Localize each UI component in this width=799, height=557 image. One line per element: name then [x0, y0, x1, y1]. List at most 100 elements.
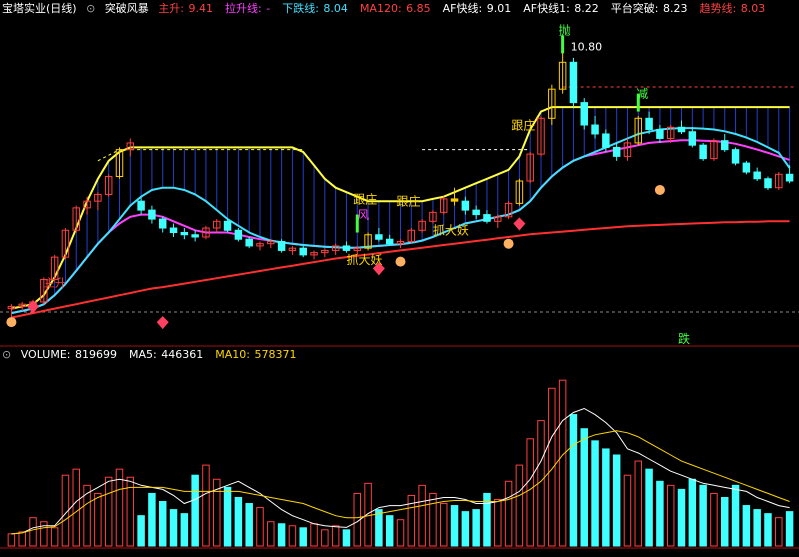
candle-body: [688, 131, 697, 146]
candle-body: [450, 198, 459, 202]
collapse-icon[interactable]: ⊙: [0, 348, 11, 361]
candle-body: [591, 124, 599, 135]
candle-body: [612, 146, 621, 157]
volume-bar: [439, 503, 448, 547]
volume-bar: [591, 440, 599, 547]
candle-body: [483, 214, 491, 222]
stock-title[interactable]: 宝塔实业(日线): [0, 2, 77, 15]
volume-bar: [169, 509, 178, 547]
volume-value: 446361: [157, 348, 204, 361]
indicator-name[interactable]: 突破风暴: [105, 2, 149, 15]
candle-body: [375, 234, 383, 240]
header-value: 6.85: [402, 2, 431, 15]
header-label: 平台突破:: [610, 2, 659, 15]
volume-bar: [299, 527, 307, 547]
candle-body: [785, 173, 794, 182]
volume-bar: [623, 474, 632, 547]
volume-bar: [375, 509, 383, 547]
volume-bar: [18, 531, 26, 547]
volume-bar: [342, 529, 351, 547]
volume-bar: [645, 468, 653, 547]
volume-bar: [331, 525, 340, 547]
hand-pointer-icon: [503, 238, 514, 249]
sell-signal-label: 抛: [559, 22, 571, 37]
candle-body: [385, 238, 394, 245]
volume-bar: [234, 496, 243, 547]
volume-bar: [558, 379, 567, 547]
signal-arrow: [561, 35, 565, 54]
header-item: 拉升线: -: [225, 2, 276, 15]
candle-body: [245, 238, 253, 247]
diamond-marker: [156, 316, 169, 330]
header-item: AF快线: 9.01: [443, 2, 518, 15]
volume-bar: [256, 507, 264, 547]
follow-label: 跟庄: [511, 117, 535, 132]
header-item: AF快线1: 8.22: [523, 2, 605, 15]
candle-body: [169, 227, 178, 234]
volume-bar: [7, 533, 16, 547]
candle-body: [602, 133, 610, 148]
volume-bar: [104, 476, 113, 547]
fall-signal-label: 跌: [678, 331, 690, 346]
volume-MA5-line: [11, 407, 790, 535]
candle-body: [753, 171, 761, 180]
candle-body: [472, 209, 480, 216]
chart-canvas: 10.80抛减跌跟庄 跟庄跟庄风抓大妖抓大妖主升: [0, 22, 799, 549]
header-item: 趋势线: 8.03: [700, 2, 772, 15]
volume-bar: [396, 519, 405, 547]
volume-bar: [731, 484, 740, 547]
volume-bar: [494, 498, 502, 547]
volume-bar: [94, 492, 102, 547]
volume-bar: [666, 484, 675, 547]
volume-bar: [602, 448, 610, 547]
volume-bar: [612, 454, 621, 547]
volume-bar: [418, 484, 426, 547]
volume-bar: [515, 464, 524, 547]
volume-bar: [310, 523, 318, 547]
volume-bar: [72, 468, 80, 547]
candle-body: [645, 117, 653, 130]
candle-body: [299, 247, 307, 256]
volume-bar: [742, 505, 751, 547]
storm-label: 风: [357, 208, 369, 222]
header-item: 下跌线: 8.04: [282, 2, 354, 15]
header-label: AF快线:: [442, 2, 483, 15]
candle-body: [234, 229, 243, 240]
candle-body: [148, 209, 156, 220]
volume-bar: [245, 503, 253, 547]
price-header: 宝塔实业(日线) ⊙ 突破风暴 主升: 9.41 拉升线: - 下跌线: 8.04 M…: [0, 0, 783, 18]
volume-bar: [580, 428, 588, 547]
volume-bar: [158, 501, 167, 547]
volume-bar: [721, 496, 729, 547]
peak-price-label: 10.80: [571, 40, 603, 53]
header-value: 8.22: [570, 2, 599, 15]
volume-bar: [191, 474, 199, 547]
volume-bar: [137, 515, 145, 547]
volume-bar: [634, 460, 643, 547]
header-label: MA120:: [359, 2, 402, 15]
volume-bar: [450, 505, 459, 547]
header-value: 8.03: [737, 2, 766, 15]
collapse-icon[interactable]: ⊙: [86, 2, 95, 15]
volume-item: MA10: 578371: [215, 348, 302, 361]
platform-dashed: [97, 149, 304, 162]
volume-header: ⊙ VOLUME: 819699 MA5: 446361 MA10: 578371: [0, 346, 314, 364]
candle-body: [461, 200, 470, 211]
volume-bar: [764, 513, 772, 547]
hand-pointer-icon: [654, 184, 665, 195]
header-item: 主升: 9.41: [158, 2, 219, 15]
volume-bar: [504, 480, 513, 547]
volume-bar: [267, 521, 275, 547]
candle-body: [656, 128, 664, 139]
volume-MA10-line: [11, 430, 790, 535]
volume-bar: [656, 480, 664, 547]
header-item: 平台突破: 8.23: [611, 2, 694, 15]
volume-bar: [50, 527, 59, 547]
volume-bar: [321, 529, 329, 547]
volume-bar: [148, 492, 156, 547]
volume-bar: [364, 482, 372, 547]
indicator-values: 主升: 9.41 拉升线: - 下跌线: 8.04 MA120: 6.85 AF快线: …: [158, 2, 777, 15]
follow-label: 跟庄: [397, 194, 421, 209]
volume-item: MA5: 446361: [129, 348, 209, 361]
volume-bar: [83, 484, 91, 547]
